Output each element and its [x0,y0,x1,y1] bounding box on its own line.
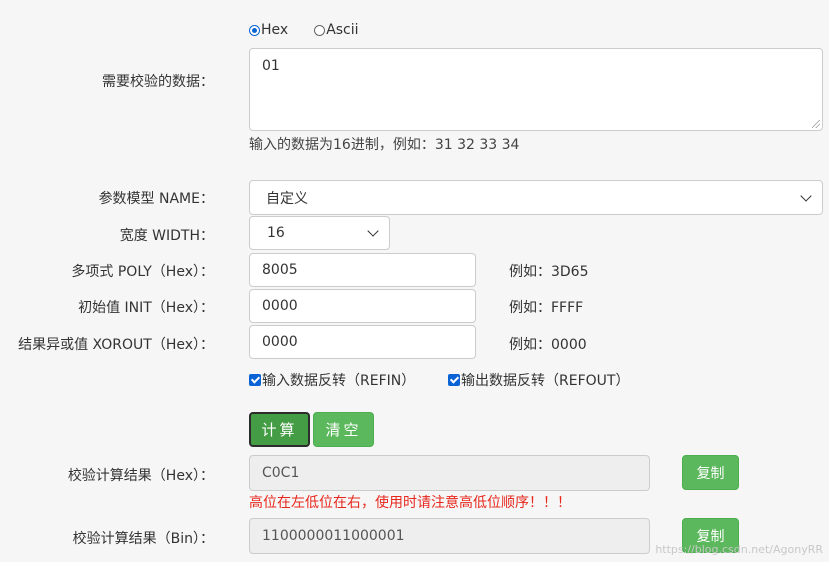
xorout-input-value: 0000 [262,334,298,350]
warning-text: 高位在左低位在右，使用时请注意高低位顺序！！！ [249,495,571,511]
refout-checkbox[interactable] [448,374,460,386]
clear-button[interactable]: 清空 [313,412,374,447]
model-label: 参数模型 NAME： [98,191,214,207]
model-select-value: 自定义 [266,190,308,207]
xorout-label: 结果异或值 XOROUT（Hex）： [18,337,214,353]
result-hex-field[interactable]: C0C1 [249,455,650,491]
refin-label: 输入数据反转（REFIN） [262,373,416,389]
width-label: 宽度 WIDTH： [119,228,214,244]
model-select[interactable]: 自定义 [249,180,823,215]
result-bin-label: 校验计算结果（Bin）： [72,531,214,547]
data-textarea-value: 01 [262,58,280,74]
format-radio-group: Hex Ascii [249,22,381,38]
chevron-down-icon [800,189,812,202]
result-hex-label: 校验计算结果（Hex）： [67,468,214,484]
width-select[interactable]: 16 [249,216,390,250]
radio-ascii-label: Ascii [326,22,359,38]
radio-hex[interactable]: Hex [249,22,288,38]
init-input-value: 0000 [262,298,298,314]
radio-ascii-circle[interactable] [314,24,326,36]
radio-hex-label: Hex [261,22,289,38]
refout-label: 输出数据反转（REFOUT） [461,373,630,389]
poly-input[interactable]: 8005 [249,253,476,287]
data-help-text: 输入的数据为16进制，例如：31 32 33 34 [249,137,520,153]
result-bin-field[interactable]: 1100000011000001 [249,518,650,554]
xorout-input[interactable]: 0000 [249,325,476,359]
resize-handle-icon[interactable] [812,120,820,128]
width-select-value: 16 [267,225,285,241]
radio-ascii[interactable]: Ascii [314,22,359,38]
refin-checkbox[interactable] [249,374,261,386]
refin-option[interactable]: 输入数据反转（REFIN） [249,370,415,390]
data-textarea[interactable]: 01 [249,48,823,131]
data-field-label: 需要校验的数据： [102,74,214,90]
init-example: 例如：FFFF [509,300,584,316]
result-hex-value: C0C1 [262,465,300,481]
poly-input-value: 8005 [262,262,298,278]
chevron-down-icon [367,225,379,237]
refout-option[interactable]: 输出数据反转（REFOUT） [448,370,629,390]
poly-label: 多项式 POLY（Hex）： [71,264,214,280]
calculate-button[interactable]: 计算 [249,412,310,447]
copy-hex-button[interactable]: 复制 [682,455,739,490]
init-label: 初始值 INIT（Hex）： [78,300,214,316]
poly-example: 例如：3D65 [509,264,589,280]
xorout-example: 例如：0000 [509,337,587,353]
result-bin-value: 1100000011000001 [262,528,405,544]
radio-hex-circle[interactable] [249,24,260,36]
init-input[interactable]: 0000 [249,289,476,323]
watermark: https://blog.csdn.net/AgonyRR [655,543,823,556]
